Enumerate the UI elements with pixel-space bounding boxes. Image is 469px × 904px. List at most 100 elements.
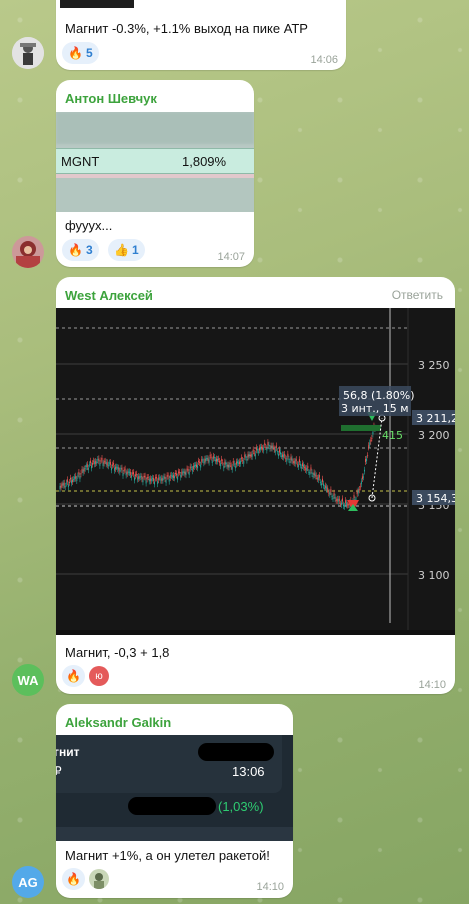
candle-body: [207, 458, 209, 461]
candle-body: [319, 481, 321, 483]
ticker-row: MGNT 1,809%: [56, 148, 254, 174]
candle-body: [267, 442, 269, 446]
candle-body: [330, 489, 332, 493]
candle-body: [244, 454, 246, 458]
message-time: 14:07: [217, 251, 245, 263]
price-chart: 56,8 (1.80%) 3 инт., 15 м 415 3 250 3 20…: [56, 308, 455, 635]
candle-body: [68, 481, 70, 483]
chart-screenshot[interactable]: 56,8 (1.80%) 3 инт., 15 м 415 3 250 3 20…: [56, 308, 455, 635]
candle-body: [131, 472, 133, 474]
candle-body: [290, 456, 292, 460]
author-name[interactable]: Антон Шевчук: [65, 91, 157, 106]
candle-body: [165, 479, 167, 483]
candle-body: [182, 471, 184, 473]
candle-body: [362, 476, 364, 478]
reactor-avatar[interactable]: ю: [88, 666, 109, 686]
avatar-wa[interactable]: WA: [12, 664, 44, 696]
candle-body: [160, 478, 162, 481]
candle-body: [178, 471, 180, 474]
candle-body: [257, 451, 259, 453]
candle-body: [200, 464, 202, 468]
candle-body: [115, 466, 117, 470]
candle-body: [366, 458, 368, 462]
candle-body: [313, 472, 315, 475]
message-bubble-2[interactable]: Антон Шевчук MGNT 1,809% фууух... 🔥 3 👍 …: [56, 80, 254, 267]
candle-body: [212, 455, 214, 459]
message-bubble-3[interactable]: West Алексей Ответить 56,8 (1.80%) 3 инт…: [56, 277, 455, 694]
candle-body: [60, 485, 62, 488]
candle-body: [278, 449, 280, 453]
candle-body: [338, 498, 340, 501]
candle-body: [333, 492, 335, 496]
candle-body: [275, 445, 277, 449]
candle-body: [150, 479, 152, 481]
avatar[interactable]: [12, 37, 44, 69]
ticker: MGNT: [61, 154, 100, 169]
reaction-thumbs-up[interactable]: 👍 1: [108, 239, 145, 261]
candle-body: [371, 437, 373, 439]
candle-body: [270, 445, 272, 449]
candle-body: [307, 465, 309, 469]
candle-body: [119, 470, 121, 473]
candle-body: [196, 464, 197, 468]
candle-body: [87, 467, 89, 471]
author-name[interactable]: West Алексей: [65, 288, 153, 303]
candle-body: [61, 484, 63, 486]
message-text: Магнит, -0,3 + 1,8: [65, 645, 170, 660]
candle-body: [227, 464, 229, 468]
candle-body: [85, 465, 87, 468]
avatar-ag[interactable]: AG: [12, 866, 44, 898]
candle-body: [239, 461, 241, 464]
message-text: фууух...: [65, 218, 113, 233]
candle-body: [268, 444, 270, 447]
candle-body: [168, 478, 170, 482]
candle-body: [147, 476, 149, 478]
candle-body: [172, 475, 174, 478]
candle-body: [213, 457, 215, 459]
candle-body: [254, 453, 256, 457]
candle-body: [280, 452, 281, 455]
candle-body: [248, 454, 250, 457]
reaction-fire[interactable]: 🔥 3: [62, 239, 99, 261]
ticker-percent: 1,809%: [182, 154, 227, 169]
message-bubble-1[interactable]: Магнит -0.3%, +1.1% выход на пике АТР 🔥 …: [56, 0, 346, 70]
candle-body: [188, 471, 190, 475]
candle-body: [102, 462, 104, 466]
reaction-fire[interactable]: 🔥: [62, 868, 85, 890]
candle-body: [285, 458, 287, 460]
candle-body: [192, 465, 194, 469]
candle-body: [65, 482, 67, 484]
candle-body: [127, 471, 129, 473]
attached-screenshot[interactable]: гнит ₽ 13:06 (1,03%): [56, 735, 293, 841]
candle-body: [140, 475, 142, 478]
candle-body: [154, 481, 155, 485]
reaction-fire[interactable]: 🔥: [62, 665, 85, 687]
candle-body: [367, 455, 369, 457]
reply-button[interactable]: Ответить: [392, 288, 443, 302]
candle-body: [163, 476, 165, 478]
candle-body: [233, 463, 235, 465]
candle-body: [246, 459, 248, 461]
fire-icon: 🔥: [68, 46, 83, 60]
redacted-block: [198, 743, 274, 761]
avatar[interactable]: [12, 236, 44, 268]
message-bubble-4[interactable]: Aleksandr Galkin гнит ₽ 13:06 (1,03%) Ма…: [56, 704, 293, 898]
reactor-avatar[interactable]: [88, 869, 109, 889]
candle-body: [281, 455, 283, 457]
person-photo-icon: [12, 37, 44, 69]
candle-body: [235, 461, 237, 465]
side-value: 415: [382, 429, 403, 442]
candle-body: [284, 453, 286, 456]
message-time: 14:10: [418, 679, 446, 691]
candle-body: [359, 486, 361, 488]
author-name[interactable]: Aleksandr Galkin: [65, 715, 171, 730]
candle-body: [291, 458, 293, 461]
candle-body: [103, 461, 105, 464]
candle-body: [311, 472, 313, 475]
price-label-current: 3 211,2: [416, 412, 455, 425]
message-text: Магнит +1%, а он улетел ракетой!: [65, 848, 270, 863]
candle-body: [225, 462, 227, 465]
attached-screenshot[interactable]: MGNT 1,809%: [56, 112, 254, 212]
reaction-fire[interactable]: 🔥 5: [62, 42, 99, 64]
candle-body: [164, 476, 166, 480]
